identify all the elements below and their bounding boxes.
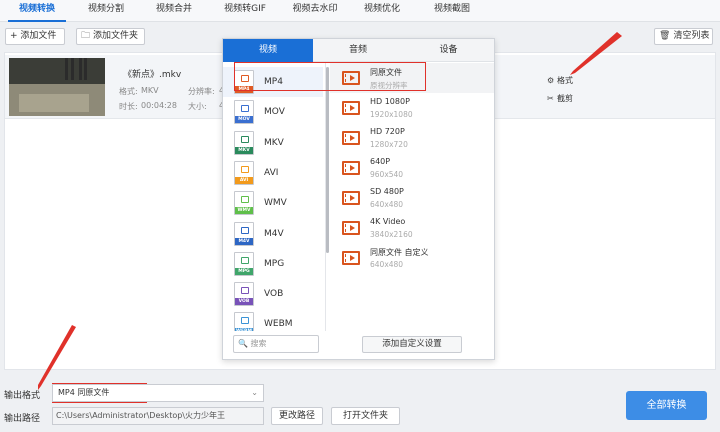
- format-item-mkv[interactable]: MKV MKV: [223, 128, 323, 158]
- change-path-button[interactable]: 更改路径: [271, 407, 323, 425]
- format-list: MP4 MP4 MOV MOV MKV MKV AVI AVI WMV WMV M4V M4V MPG M…: [223, 63, 326, 331]
- top-tab-bar: 视频转换 视频分割 视频合并 视频转GIF 视频去水印 视频优化 视频截图: [0, 0, 720, 22]
- format-label: MOV: [264, 107, 285, 118]
- file-format-icon: AVI: [234, 160, 254, 185]
- tab-video-to-gif[interactable]: 视频转GIF: [214, 0, 276, 22]
- video-file-icon: [342, 161, 360, 175]
- format-item-vob[interactable]: VOB VOB: [223, 279, 323, 309]
- format-label: MPG: [264, 258, 285, 269]
- output-format-value: MP4 同原文件: [58, 388, 110, 397]
- tab-video-screenshot[interactable]: 视频截图: [424, 0, 480, 22]
- popup-tab-device[interactable]: 设备: [403, 39, 494, 62]
- add-file-button[interactable]: + 添加文件: [5, 28, 65, 45]
- cut-action-label: 截剪: [557, 94, 573, 103]
- open-folder-button[interactable]: 打开文件夹: [331, 407, 400, 425]
- video-file-icon: [342, 221, 360, 235]
- clear-list-button[interactable]: 🗑 清空列表: [654, 28, 713, 45]
- duration-label: 时长:: [119, 102, 138, 111]
- video-file-icon: [342, 131, 360, 145]
- output-format-select[interactable]: MP4 同原文件 ⌄: [52, 384, 264, 402]
- quality-list: 同原文件 原视分辨率 HD 1080P 1920x1080 HD 720P 1280x72…: [330, 63, 494, 331]
- quality-item[interactable]: 4K Video 3840x2160: [330, 213, 494, 243]
- quality-name: 4K Video: [370, 217, 406, 226]
- format-label: M4V: [264, 228, 284, 239]
- popup-tab-audio[interactable]: 音频: [313, 39, 403, 62]
- format-label: VOB: [264, 289, 284, 300]
- chevron-down-icon: ⌄: [251, 388, 258, 397]
- tab-remove-watermark[interactable]: 视频去水印: [284, 0, 346, 22]
- tab-video-optimize[interactable]: 视频优化: [354, 0, 410, 22]
- duration-value: 00:04:28: [141, 101, 177, 110]
- format-action-button[interactable]: ⚙ 格式: [547, 75, 573, 86]
- search-icon: 🔍: [238, 339, 251, 348]
- quality-item[interactable]: HD 1080P 1920x1080: [330, 93, 494, 123]
- format-label: WMV: [264, 198, 287, 209]
- format-action-label: 格式: [557, 76, 573, 85]
- quality-name: SD 480P: [370, 187, 404, 196]
- resolution-label: 分辨率:: [188, 87, 215, 96]
- format-label: WEBM: [264, 319, 293, 330]
- quality-name: 同原文件 自定义: [370, 248, 429, 257]
- quality-item[interactable]: SD 480P 640x480: [330, 183, 494, 213]
- folder-icon: 🗀: [81, 31, 91, 41]
- format-list-scrollbar[interactable]: [326, 67, 329, 253]
- file-format-icon: MKV: [234, 130, 254, 155]
- quality-resolution: 1280x720: [370, 140, 408, 149]
- quality-resolution: 1920x1080: [370, 110, 413, 119]
- tab-video-split[interactable]: 视频分割: [78, 0, 134, 22]
- search-placeholder: 搜索: [250, 339, 267, 348]
- quality-item[interactable]: HD 720P 1280x720: [330, 123, 494, 153]
- format-item-mpg[interactable]: MPG MPG: [223, 249, 323, 279]
- clear-list-label: 清空列表: [673, 31, 710, 41]
- quality-name: HD 720P: [370, 127, 405, 136]
- file-format-icon: MOV: [234, 100, 254, 125]
- file-format-icon: MPG: [234, 251, 254, 276]
- file-format-icon: WEBM: [234, 312, 254, 331]
- convert-all-button[interactable]: 全部转换: [626, 391, 707, 420]
- mp4-highlight-box: [234, 62, 426, 91]
- format-item-avi[interactable]: AVI AVI: [223, 158, 323, 188]
- format-item-wmv[interactable]: WMV WMV: [223, 188, 323, 218]
- cut-action-button[interactable]: ✂ 截剪: [547, 93, 573, 104]
- tab-video-merge[interactable]: 视频合并: [146, 0, 202, 22]
- video-file-icon: [342, 101, 360, 115]
- format-item-mov[interactable]: MOV MOV: [223, 97, 323, 127]
- format-label: MKV: [264, 137, 284, 148]
- quality-resolution: 640x480: [370, 260, 404, 269]
- output-path-field[interactable]: C:\Users\Administrator\Desktop\火力少年王: [52, 407, 264, 425]
- format-item-webm[interactable]: WEBM WEBM: [223, 309, 323, 331]
- quality-name: 640P: [370, 157, 391, 166]
- quality-name: HD 1080P: [370, 97, 410, 106]
- format-label: 格式:: [119, 87, 138, 96]
- file-format-icon: M4V: [234, 221, 254, 246]
- add-folder-button[interactable]: 🗀 添加文件夹: [76, 28, 145, 45]
- video-file-icon: [342, 191, 360, 205]
- output-format-label: 输出格式: [4, 391, 41, 401]
- file-format-icon: VOB: [234, 282, 254, 307]
- popup-tab-video[interactable]: 视频: [223, 39, 313, 62]
- quality-item[interactable]: 同原文件 自定义 640x480: [330, 243, 494, 273]
- trash-icon: 🗑: [659, 31, 671, 41]
- add-custom-setting-button[interactable]: 添加自定义设置: [362, 336, 462, 353]
- scissors-icon: ✂: [547, 94, 554, 103]
- format-search-input[interactable]: 🔍 搜索: [233, 335, 319, 353]
- file-format-icon: WMV: [234, 191, 254, 216]
- quality-resolution: 640x480: [370, 200, 404, 209]
- quality-item[interactable]: 640P 960x540: [330, 153, 494, 183]
- size-label: 大小:: [188, 102, 207, 111]
- tab-video-convert[interactable]: 视频转换: [8, 0, 66, 22]
- quality-resolution: 3840x2160: [370, 230, 413, 239]
- video-file-icon: [342, 251, 360, 265]
- format-value: MKV: [141, 86, 159, 95]
- file-name: 《新点》.mkv: [123, 70, 182, 80]
- output-path-label: 输出路径: [4, 414, 41, 424]
- format-label: AVI: [264, 167, 279, 178]
- quality-resolution: 960x540: [370, 170, 404, 179]
- format-item-m4v[interactable]: M4V M4V: [223, 219, 323, 249]
- popup-tab-bar: 视频 音频 设备: [223, 39, 494, 62]
- add-folder-label: 添加文件夹: [93, 31, 139, 41]
- gear-icon: ⚙: [547, 76, 555, 85]
- video-thumbnail: [9, 58, 105, 116]
